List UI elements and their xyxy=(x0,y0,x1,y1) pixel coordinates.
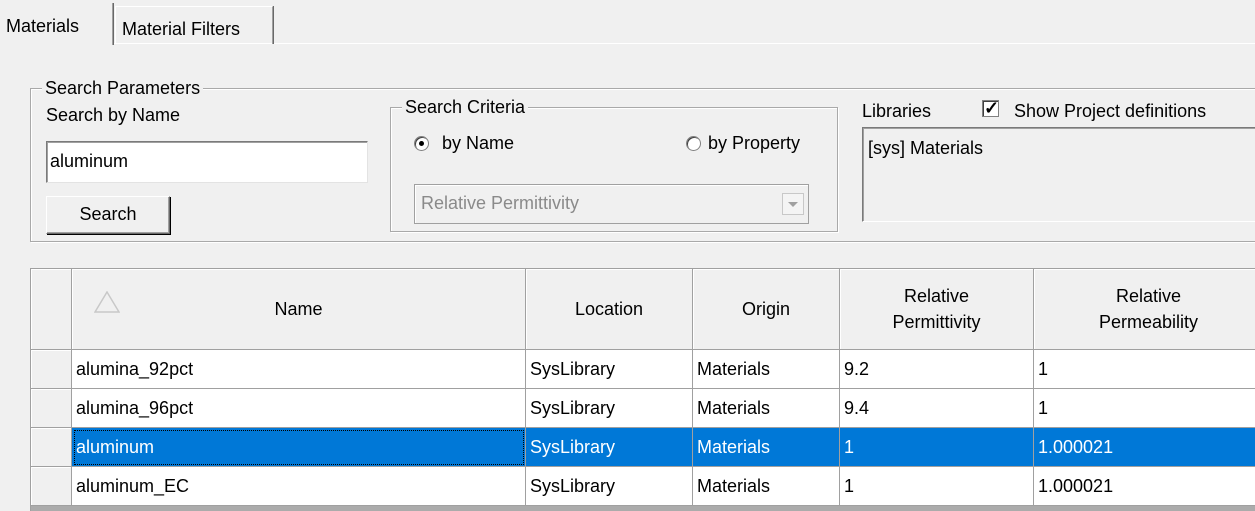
show-project-definitions-label: Show Project definitions xyxy=(1014,101,1207,121)
column-header-name[interactable]: Name xyxy=(72,269,526,350)
column-header-permeability[interactable]: Relative Permeability xyxy=(1034,269,1255,350)
cell-permittivity[interactable]: 1 xyxy=(840,467,1034,506)
search-name-input[interactable]: aluminum xyxy=(46,141,368,183)
search-by-name-label: Search by Name xyxy=(46,105,181,125)
cell-origin[interactable]: Materials xyxy=(693,467,840,506)
search-button[interactable]: Search xyxy=(46,196,170,234)
sort-ascending-icon xyxy=(94,291,120,313)
property-dropdown-value: Relative Permittivity xyxy=(421,193,580,213)
tab-strip: Material Filters Materials xyxy=(0,0,1255,45)
search-parameters-legend: Search Parameters xyxy=(42,78,204,98)
by-name-radio[interactable] xyxy=(414,136,429,151)
column-header-location-label: Location xyxy=(574,299,644,319)
materials-grid: Name Location Origin Relative Permittivi… xyxy=(30,268,1255,511)
cell-permeability[interactable]: 1.000021 xyxy=(1034,428,1255,467)
cell-permittivity[interactable]: 9.2 xyxy=(840,350,1034,389)
library-item[interactable]: [sys] Materials xyxy=(868,138,983,159)
cell-location[interactable]: SysLibrary xyxy=(526,428,693,467)
by-property-label: by Property xyxy=(708,133,801,153)
property-dropdown[interactable]: Relative Permittivity xyxy=(414,184,809,224)
column-header-name-label: Name xyxy=(274,299,323,319)
cell-permeability[interactable]: 1 xyxy=(1034,350,1255,389)
search-criteria-legend: Search Criteria xyxy=(402,97,529,117)
column-header-permeability-line1: Relative xyxy=(1115,286,1182,306)
checkmark-icon: ✓ xyxy=(984,98,1000,118)
row-header[interactable] xyxy=(31,428,72,467)
column-header-location[interactable]: Location xyxy=(526,269,693,350)
column-header-permeability-line2: Permeability xyxy=(1098,312,1199,332)
tab-materials[interactable]: Materials xyxy=(0,3,113,45)
by-name-label: by Name xyxy=(442,133,515,153)
radio-selected-dot xyxy=(419,141,424,146)
tab-material-filters[interactable]: Material Filters xyxy=(115,6,273,44)
column-header-origin[interactable]: Origin xyxy=(693,269,840,350)
column-header-origin-label: Origin xyxy=(741,299,790,319)
grid-corner-header[interactable] xyxy=(31,269,72,350)
cell-location[interactable]: SysLibrary xyxy=(526,467,693,506)
cell-location[interactable]: SysLibrary xyxy=(526,350,693,389)
row-header[interactable] xyxy=(31,389,72,428)
row-header[interactable] xyxy=(31,350,72,389)
cell-name[interactable]: alumina_92pct xyxy=(72,350,526,389)
cell-origin[interactable]: Materials xyxy=(693,350,840,389)
cell-name[interactable]: alumina_96pct xyxy=(72,389,526,428)
cell-origin[interactable]: Materials xyxy=(693,428,840,467)
libraries-list[interactable]: [sys] Materials xyxy=(862,127,1255,222)
libraries-label: Libraries xyxy=(862,101,932,121)
column-header-permittivity[interactable]: Relative Permittivity xyxy=(840,269,1034,350)
show-project-definitions-checkbox[interactable]: ✓ xyxy=(982,98,1000,118)
cell-name[interactable]: aluminum_EC xyxy=(72,467,526,506)
chevron-down-icon[interactable] xyxy=(782,193,804,215)
cell-name[interactable]: aluminum xyxy=(72,428,526,467)
column-header-permittivity-line1: Relative xyxy=(903,286,970,306)
cell-permittivity[interactable]: 9.4 xyxy=(840,389,1034,428)
cell-permittivity[interactable]: 1 xyxy=(840,428,1034,467)
cell-permeability[interactable]: 1.000021 xyxy=(1034,467,1255,506)
cell-location[interactable]: SysLibrary xyxy=(526,389,693,428)
column-header-permittivity-line2: Permittivity xyxy=(892,312,981,332)
cell-permeability[interactable]: 1 xyxy=(1034,389,1255,428)
cell-origin[interactable]: Materials xyxy=(693,389,840,428)
row-header[interactable] xyxy=(31,467,72,506)
by-property-radio[interactable] xyxy=(686,136,701,151)
